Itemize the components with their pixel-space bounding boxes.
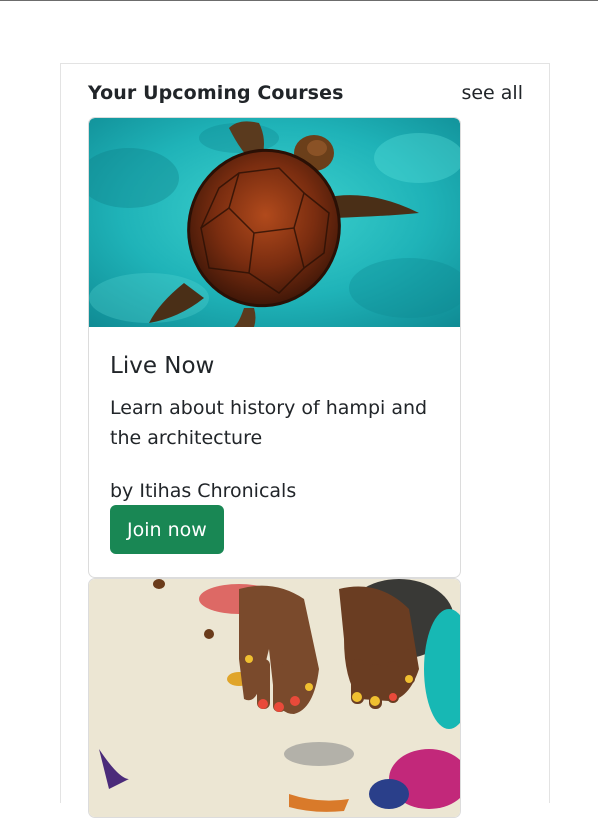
upcoming-courses-panel: Your Upcoming Courses see all Live Now L… xyxy=(60,63,550,818)
sea-turtle-image xyxy=(89,118,460,327)
top-divider xyxy=(0,0,598,1)
course-card[interactable]: Live Now Learn about history of hampi an… xyxy=(88,117,461,578)
join-now-button[interactable]: Join now xyxy=(110,505,224,554)
painted-hands-image xyxy=(89,579,460,817)
panel-header: Your Upcoming Courses see all xyxy=(88,79,526,109)
course-description: Learn about history of hampi and the arc… xyxy=(110,397,428,449)
course-card[interactable] xyxy=(88,578,461,818)
card-body: Live Now Learn about history of hampi an… xyxy=(89,351,460,554)
see-all-link[interactable]: see all xyxy=(461,79,523,107)
section-title: Your Upcoming Courses xyxy=(88,82,344,104)
course-status: Live Now xyxy=(110,353,215,379)
course-author: by Itihas Chronicals xyxy=(110,480,297,502)
